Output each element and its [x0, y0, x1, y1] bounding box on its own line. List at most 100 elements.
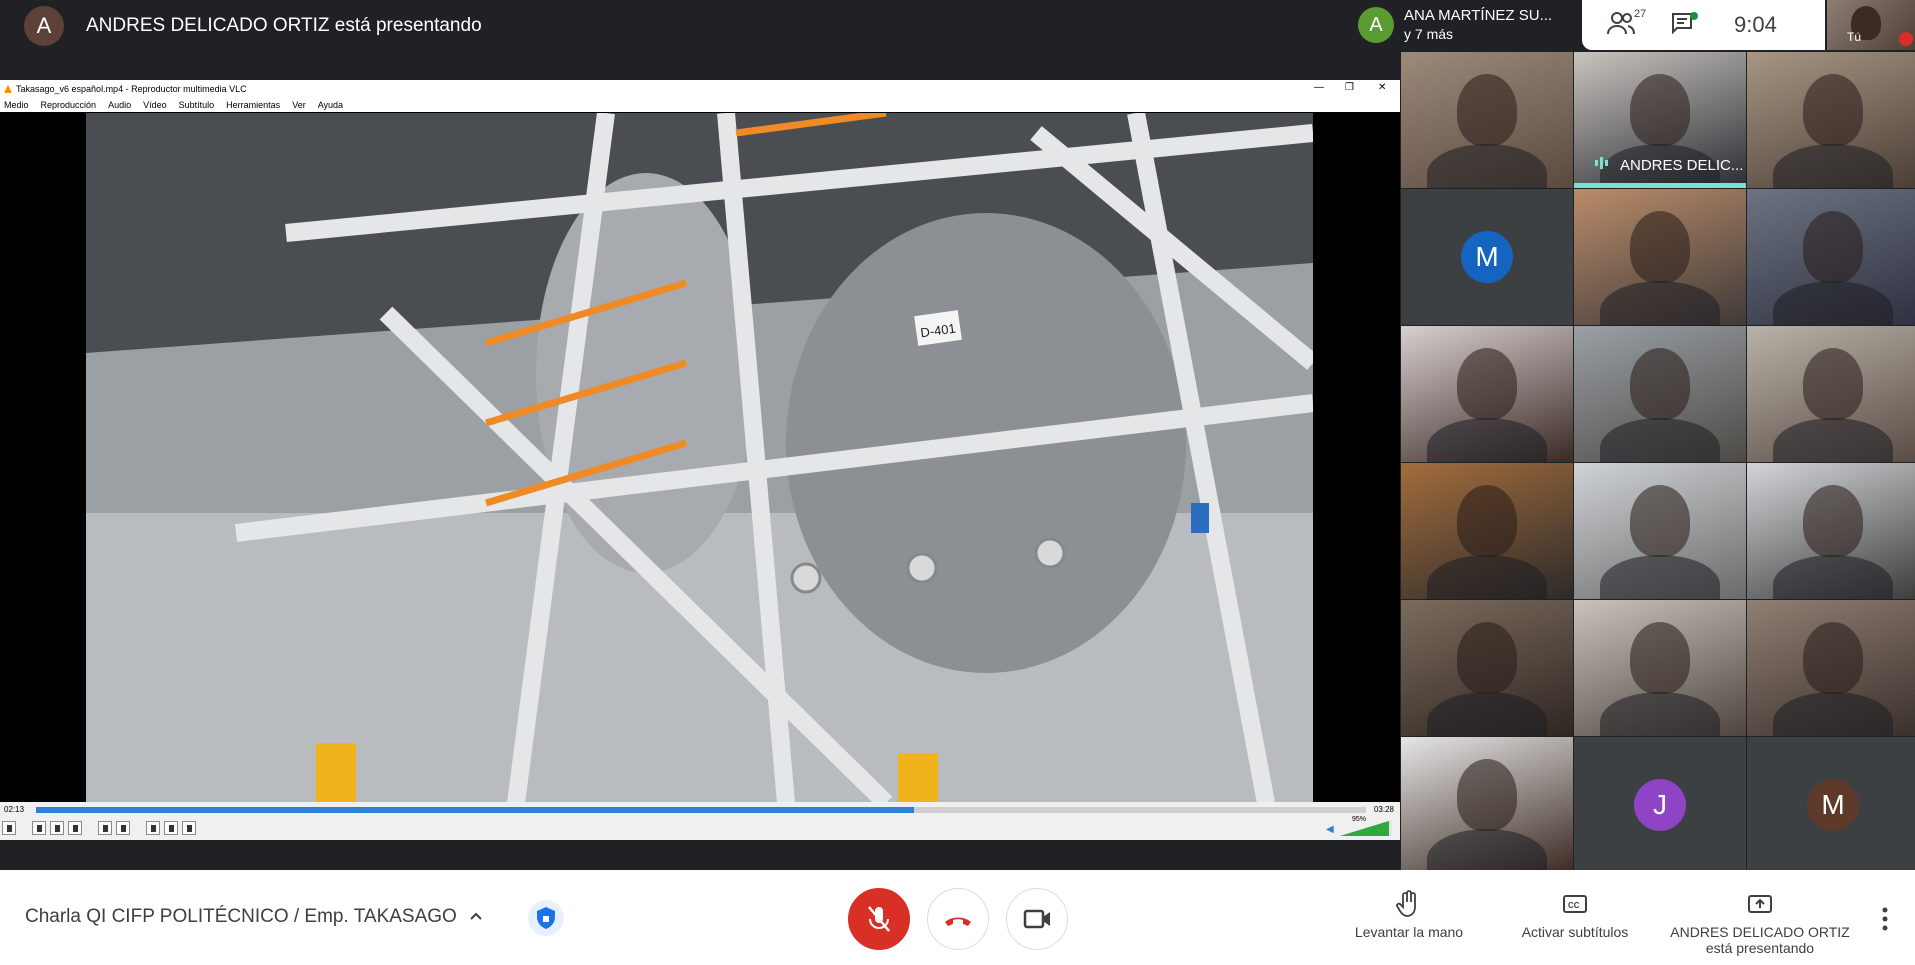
meeting-title[interactable]: Charla QI CIFP POLITÉCNICO / Emp. TAKASA… — [25, 906, 457, 928]
loop-button[interactable] — [164, 821, 178, 835]
participant-tile[interactable] — [1574, 463, 1746, 599]
participant-tile[interactable]: M — [1401, 189, 1573, 325]
participant-shoulders — [1773, 144, 1893, 188]
shuffle-button[interactable] — [182, 821, 196, 835]
close-icon[interactable]: ✕ — [1378, 82, 1386, 93]
vlc-cone-icon — [4, 85, 12, 93]
chat-button[interactable] — [1670, 11, 1698, 39]
shield-lock-icon — [537, 907, 555, 929]
participant-shoulders — [1773, 418, 1893, 462]
clock: 9:04 — [1734, 12, 1777, 37]
volume-control[interactable]: ◀ 95% — [1326, 816, 1396, 838]
captions-label: Activar subtítulos — [1521, 924, 1629, 940]
camera-toggle-button[interactable] — [1006, 888, 1068, 950]
stop-button[interactable] — [50, 821, 64, 835]
participant-video — [1630, 622, 1690, 694]
self-view[interactable]: Tú — [1827, 0, 1915, 50]
participant-name: ANDRES DELIC... — [1620, 157, 1744, 174]
presenting-line-1: ANDRES DELICADO ORTIZ — [1670, 924, 1850, 940]
speaking-border — [1574, 183, 1746, 188]
participant-video — [1457, 348, 1517, 420]
participant-shoulders — [1427, 829, 1547, 873]
extended-settings-button[interactable] — [116, 821, 130, 835]
restore-icon[interactable]: ❐ — [1345, 82, 1354, 93]
presenting-line-2: está presentando — [1705, 940, 1815, 956]
participant-tile[interactable] — [1747, 463, 1915, 599]
participant-video — [1457, 759, 1517, 831]
participant-tile[interactable] — [1574, 189, 1746, 325]
participant-video — [1457, 74, 1517, 146]
speaker-icon: ◀ — [1326, 824, 1334, 835]
participant-video — [1803, 74, 1863, 146]
vlc-title-bar: Takasago_v6 español.mp4 - Reproductor mu… — [0, 80, 1400, 98]
participant-tile[interactable] — [1747, 600, 1915, 736]
volume-slider[interactable] — [1340, 820, 1392, 836]
participant-tile[interactable] — [1574, 326, 1746, 462]
participant-tile[interactable] — [1574, 600, 1746, 736]
vlc-menu-bar: Medio Reproducción Audio Vídeo Subtítulo… — [0, 98, 1400, 112]
participant-shoulders — [1427, 692, 1547, 736]
seek-bar[interactable] — [36, 807, 1366, 813]
presenter-bar: A ANDRES DELICADO ORTIZ está presentando — [0, 0, 1350, 52]
participant-shoulders — [1600, 555, 1720, 599]
participant-tile[interactable] — [1747, 326, 1915, 462]
menu-video[interactable]: Vídeo — [143, 100, 167, 110]
participant-video — [1803, 348, 1863, 420]
participant-tile[interactable] — [1401, 52, 1573, 188]
participant-avatar: M — [1461, 231, 1513, 283]
minimize-icon[interactable]: — — [1314, 82, 1324, 93]
host-controls-button[interactable] — [528, 900, 564, 936]
bottom-bar: Charla QI CIFP POLITÉCNICO / Emp. TAKASA… — [0, 870, 1915, 965]
chevron-up-icon[interactable] — [468, 908, 484, 924]
participant-tile[interactable] — [1401, 737, 1573, 873]
previous-button[interactable] — [32, 821, 46, 835]
factory-scene-image: D-401 — [86, 113, 1313, 803]
participant-tile[interactable]: ANDRES DELIC... — [1574, 52, 1746, 188]
chip-avatar: A — [1358, 7, 1394, 43]
menu-ver[interactable]: Ver — [292, 100, 306, 110]
presenting-button[interactable]: ANDRES DELICADO ORTIZ está presentando — [1668, 890, 1852, 956]
menu-audio[interactable]: Audio — [108, 100, 131, 110]
menu-reproduccion[interactable]: Reproducción — [41, 100, 97, 110]
people-icon — [1607, 12, 1635, 35]
participant-video — [1630, 348, 1690, 420]
hang-up-button[interactable] — [927, 888, 989, 950]
raise-hand-button[interactable]: Levantar la mano — [1350, 890, 1468, 940]
vlc-controls: 02:13 03:28 ◀ 95% — [0, 802, 1400, 840]
playlist-button[interactable] — [146, 821, 160, 835]
menu-medio[interactable]: Medio — [4, 100, 29, 110]
participant-video — [1457, 485, 1517, 557]
menu-subtitulo[interactable]: Subtítulo — [179, 100, 215, 110]
participant-video — [1630, 211, 1690, 283]
people-button[interactable]: 27 — [1606, 8, 1646, 40]
present-screen-icon — [1748, 895, 1772, 913]
fullscreen-button[interactable] — [98, 821, 112, 835]
active-speaker-chip[interactable]: A ANA MARTÍNEZ SU... y 7 más — [1352, 0, 1582, 50]
participant-tile[interactable] — [1401, 326, 1573, 462]
participant-tile[interactable] — [1747, 189, 1915, 325]
raise-hand-label: Levantar la mano — [1354, 924, 1464, 940]
mic-off-icon — [1899, 32, 1913, 46]
participant-shoulders — [1427, 418, 1547, 462]
hand-icon — [1396, 890, 1416, 917]
more-options-icon[interactable] — [1880, 906, 1890, 932]
participant-shoulders — [1600, 692, 1720, 736]
chip-more: y 7 más — [1404, 26, 1454, 42]
mic-toggle-button[interactable] — [848, 888, 910, 950]
presenter-text: ANDRES DELICADO ORTIZ está presentando — [86, 15, 482, 36]
participant-tile[interactable]: J — [1574, 737, 1746, 873]
video-frame[interactable]: D-401 — [86, 113, 1313, 803]
menu-ayuda[interactable]: Ayuda — [318, 100, 343, 110]
next-button[interactable] — [68, 821, 82, 835]
captions-button[interactable]: CC Activar subtítulos — [1512, 890, 1638, 940]
participant-tile[interactable] — [1401, 600, 1573, 736]
mic-off-icon — [868, 906, 890, 932]
participant-tile[interactable] — [1747, 52, 1915, 188]
pause-button[interactable] — [2, 821, 16, 835]
participant-tile[interactable]: M — [1747, 737, 1915, 873]
camera-icon — [1023, 909, 1050, 929]
meeting-info-panel: 27 9:04 — [1582, 0, 1825, 50]
menu-herramientas[interactable]: Herramientas — [226, 100, 280, 110]
svg-text:CC: CC — [1568, 901, 1580, 910]
participant-tile[interactable] — [1401, 463, 1573, 599]
